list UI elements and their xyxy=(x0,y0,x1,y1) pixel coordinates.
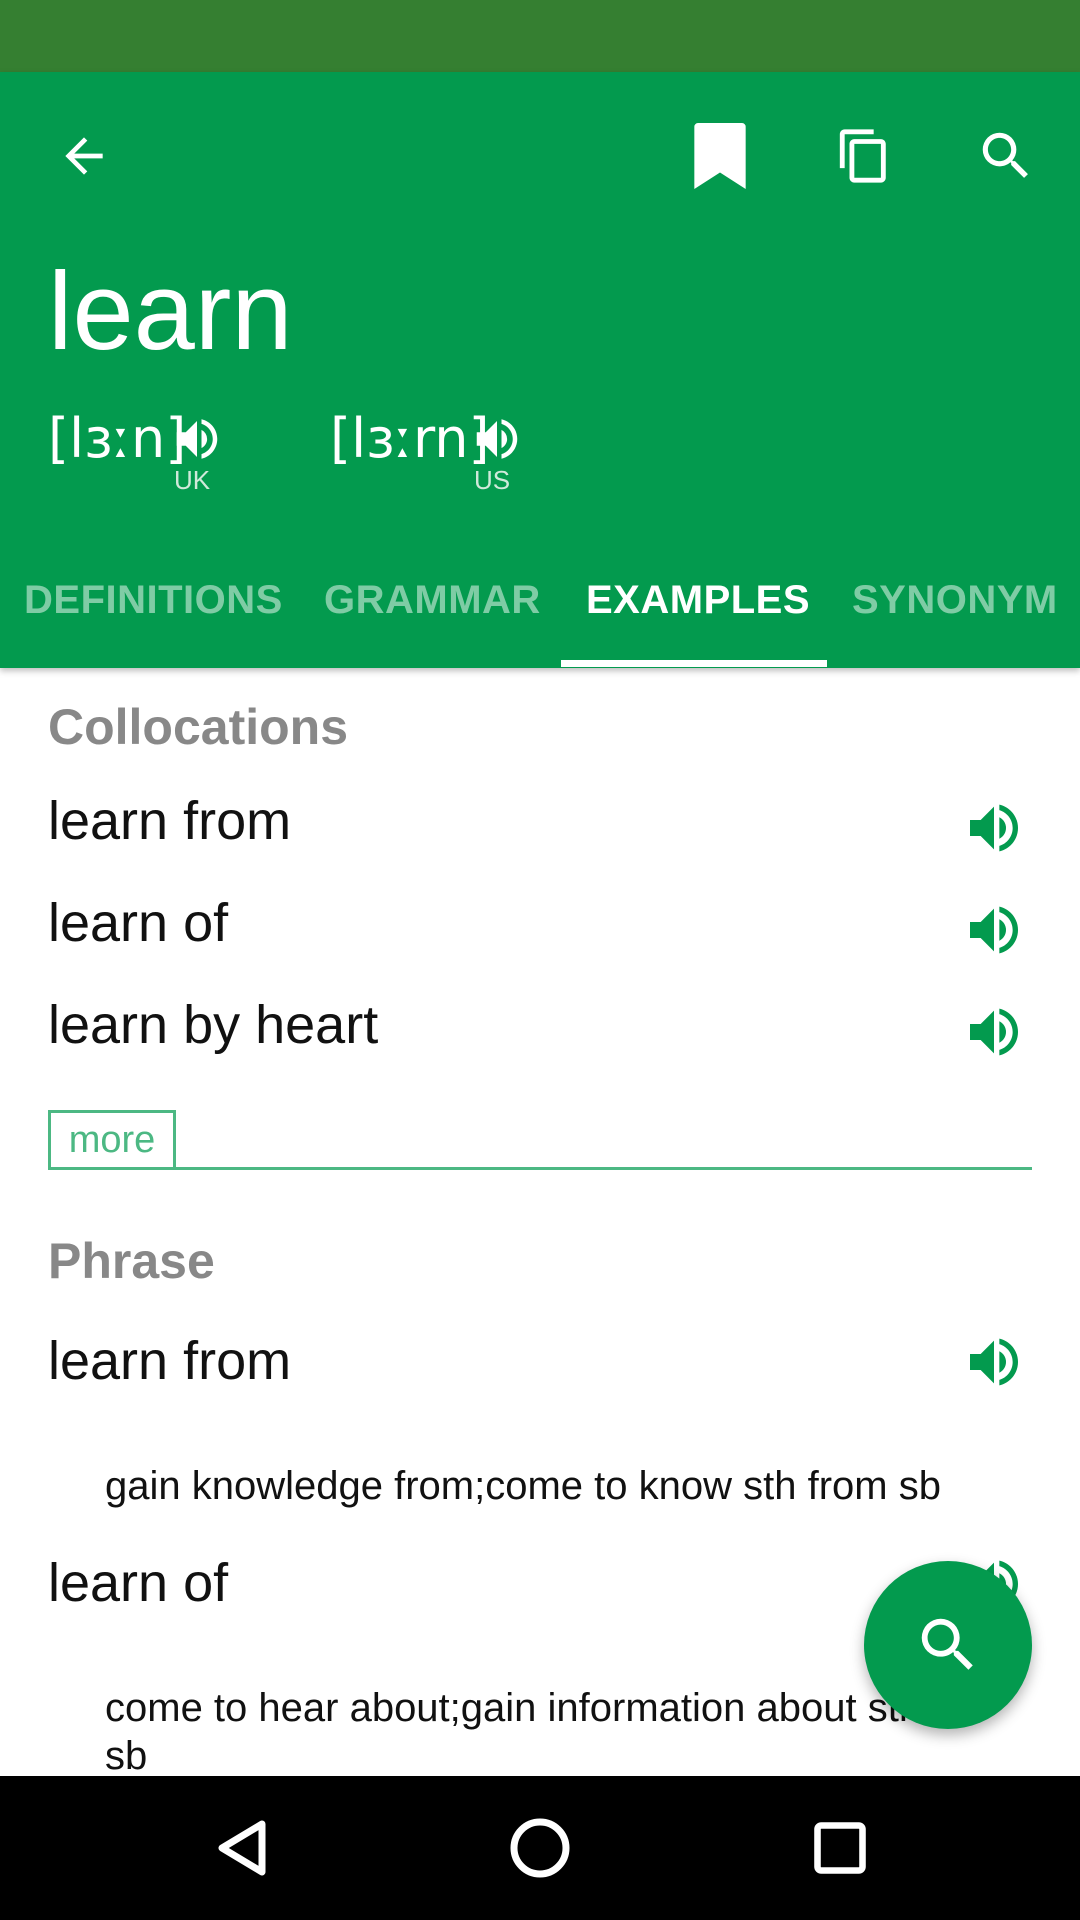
search-button[interactable] xyxy=(964,114,1048,198)
collocation-item[interactable]: learn of xyxy=(48,892,228,954)
pronunciation-us-region: US xyxy=(474,465,511,495)
pronunciation-uk-region: UK xyxy=(174,465,211,495)
square-recents-icon xyxy=(814,1822,866,1874)
phrase-heading: Phrase xyxy=(48,1233,215,1289)
speaker-icon[interactable] xyxy=(962,1330,1026,1394)
nav-home-button[interactable] xyxy=(488,1796,592,1900)
circle-home-icon xyxy=(510,1818,570,1878)
triangle-back-icon xyxy=(218,1820,266,1876)
pronunciation-us: [lɜːrn] xyxy=(330,407,490,470)
speaker-icon[interactable] xyxy=(170,412,224,466)
bookmark-button[interactable] xyxy=(678,114,762,198)
tab-examples[interactable]: EXAMPLES xyxy=(586,578,810,623)
word-title: learn xyxy=(48,250,293,373)
search-icon xyxy=(982,132,1028,178)
copy-icon xyxy=(839,129,886,183)
tab-grammar[interactable]: GRAMMAR xyxy=(324,578,541,623)
more-button[interactable]: more xyxy=(48,1110,176,1170)
status-bar xyxy=(0,0,1080,72)
search-icon xyxy=(921,1618,973,1670)
arrow-left-icon xyxy=(65,137,103,175)
tab-synonym[interactable]: SYNONYM xyxy=(852,578,1058,623)
nav-back-button[interactable] xyxy=(190,1796,294,1900)
pronunciation-uk: [lɜːn] xyxy=(48,407,187,470)
phrase-gloss: gain knowledge from;come to know sth fro… xyxy=(105,1464,941,1508)
speaker-icon[interactable] xyxy=(962,796,1026,860)
search-fab[interactable] xyxy=(864,1561,1032,1729)
collocation-item[interactable]: learn by heart xyxy=(48,994,378,1056)
tab-indicator xyxy=(561,660,827,667)
tab-definitions[interactable]: DEFINITIONS xyxy=(24,578,283,623)
collocations-heading: Collocations xyxy=(48,699,349,755)
speaker-icon[interactable] xyxy=(470,412,524,466)
phrase-gloss: come to hear about;gain information abou… xyxy=(105,1686,968,1776)
phrase-item[interactable]: learn of xyxy=(48,1552,228,1614)
speaker-icon[interactable] xyxy=(962,898,1026,962)
more-divider xyxy=(48,1167,1032,1170)
back-button[interactable] xyxy=(42,114,126,198)
nav-recents-button[interactable] xyxy=(788,1796,892,1900)
copy-button[interactable] xyxy=(822,114,906,198)
bookmark-icon xyxy=(694,123,746,189)
phrase-item[interactable]: learn from xyxy=(48,1330,291,1392)
collocation-item[interactable]: learn from xyxy=(48,790,291,852)
system-nav-bar xyxy=(0,1776,1080,1920)
speaker-icon[interactable] xyxy=(962,1000,1026,1064)
